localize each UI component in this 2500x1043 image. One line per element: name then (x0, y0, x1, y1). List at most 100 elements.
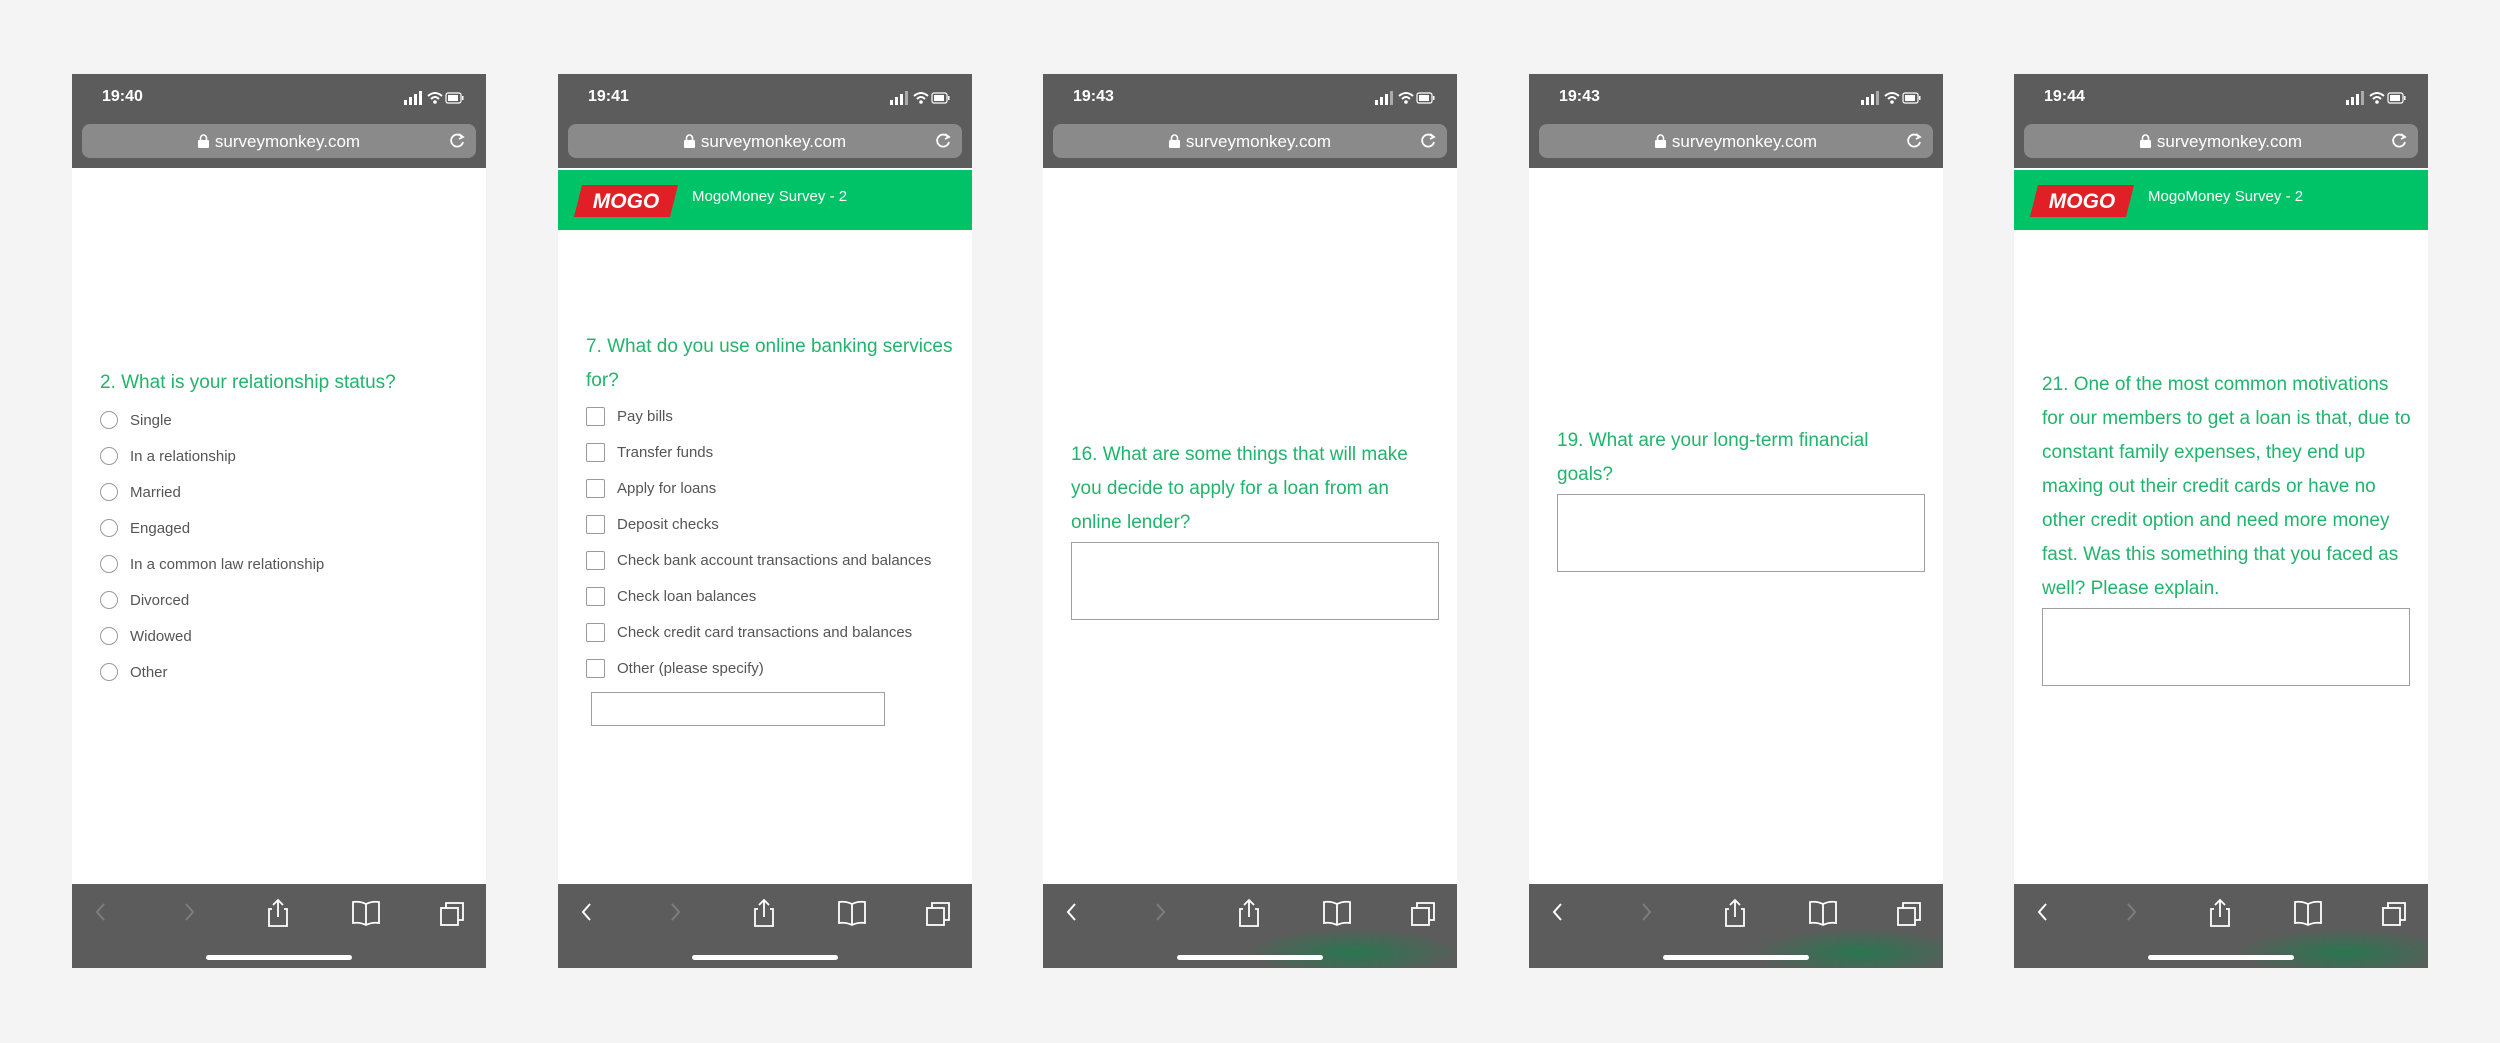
radio-option[interactable]: In a common law relationship (100, 546, 324, 582)
bookmarks-icon[interactable] (1807, 898, 1839, 928)
answer-textarea[interactable] (1557, 494, 1925, 572)
radio-option[interactable]: In a relationship (100, 438, 324, 474)
option-label: Check bank account transactions and bala… (617, 551, 932, 569)
question-text: 21. One of the most common motivations f… (2042, 374, 2411, 599)
bookmarks-icon[interactable] (1321, 898, 1353, 928)
address-bar[interactable]: surveymonkey.com (2024, 124, 2418, 158)
radio-button[interactable] (100, 663, 118, 681)
checkbox[interactable] (586, 442, 605, 462)
checkbox-option[interactable]: Pay bills (586, 398, 931, 434)
tabs-icon[interactable] (2380, 898, 2408, 928)
address-bar[interactable]: surveymonkey.com (568, 124, 962, 158)
status-time: 19:40 (102, 88, 143, 105)
question-text: 19. What are your long-term financial go… (1557, 430, 1869, 485)
option-label: Pay bills (617, 407, 673, 425)
checkbox[interactable] (586, 658, 605, 678)
bookmarks-icon[interactable] (2292, 898, 2324, 928)
back-icon[interactable] (1547, 898, 1569, 926)
radio-button[interactable] (100, 483, 118, 501)
svg-text:MOGO: MOGO (593, 190, 660, 213)
address-bar[interactable]: surveymonkey.com (1053, 124, 1447, 158)
lock-icon (2139, 134, 2151, 148)
reload-icon[interactable] (1419, 132, 1437, 150)
share-icon[interactable] (1235, 898, 1263, 928)
radio-button[interactable] (100, 555, 118, 573)
radio-option[interactable]: Engaged (100, 510, 324, 546)
option-label: Transfer funds (617, 443, 714, 461)
browser-toolbar (1529, 884, 1943, 968)
tabs-icon[interactable] (1895, 898, 1923, 928)
bookmarks-icon[interactable] (836, 898, 868, 928)
lock-icon (1168, 134, 1180, 148)
checkbox[interactable] (586, 586, 605, 606)
checkbox-option[interactable]: Deposit checks (586, 506, 931, 542)
reload-icon[interactable] (1905, 132, 1923, 150)
option-label: Other (130, 663, 168, 681)
checkbox-option[interactable]: Check bank account transactions and bala… (586, 542, 931, 578)
status-icons (1861, 91, 1921, 105)
checkbox-option[interactable]: Check loan balances (586, 578, 931, 614)
question-text: 2. What is your relationship status? (100, 372, 396, 393)
checkbox[interactable] (586, 550, 605, 570)
radio-option[interactable]: Other (100, 654, 324, 690)
answer-textarea[interactable] (1071, 542, 1439, 620)
survey-title: MogoMoney Survey - 2 (2148, 188, 2304, 205)
forward-icon[interactable] (664, 898, 686, 926)
checkbox-option[interactable]: Transfer funds (586, 434, 931, 470)
option-label: In a common law relationship (130, 555, 325, 573)
back-icon[interactable] (1061, 898, 1083, 926)
checkbox-option[interactable]: Check credit card transactions and balan… (586, 614, 931, 650)
back-icon[interactable] (90, 898, 112, 926)
back-icon[interactable] (2032, 898, 2054, 926)
other-specify-input[interactable] (591, 692, 885, 726)
radio-option[interactable]: Single (100, 402, 324, 438)
phone-screen-2: 19:41 surveymonkey.com MOGO MogoMoney Su… (558, 74, 972, 968)
checkbox[interactable] (586, 622, 605, 642)
radio-button[interactable] (100, 627, 118, 645)
checkbox[interactable] (586, 478, 605, 498)
checkbox-option[interactable]: Apply for loans (586, 470, 931, 506)
share-icon[interactable] (2206, 898, 2234, 928)
forward-icon[interactable] (178, 898, 200, 926)
checkbox[interactable] (586, 406, 605, 426)
status-icons (2346, 91, 2406, 105)
tabs-icon[interactable] (438, 898, 466, 928)
url-text: surveymonkey.com (1185, 132, 1332, 151)
tabs-icon[interactable] (924, 898, 952, 928)
reload-icon[interactable] (448, 132, 466, 150)
radio-option[interactable]: Widowed (100, 618, 324, 654)
url-text: surveymonkey.com (700, 132, 847, 151)
svg-text:MOGO: MOGO (2049, 190, 2116, 213)
forward-icon[interactable] (2120, 898, 2142, 926)
radio-option[interactable]: Married (100, 474, 324, 510)
forward-icon[interactable] (1149, 898, 1171, 926)
radio-button[interactable] (100, 447, 118, 465)
share-icon[interactable] (1721, 898, 1749, 928)
phone-screen-1: 19:40 surveymonkey.com 2. What is your r… (72, 74, 486, 968)
radio-button[interactable] (100, 411, 118, 429)
reload-icon[interactable] (934, 132, 952, 150)
home-indicator (1177, 955, 1323, 960)
option-label: Check credit card transactions and balan… (617, 623, 913, 641)
address-bar[interactable]: surveymonkey.com (1539, 124, 1933, 158)
radio-button[interactable] (100, 591, 118, 609)
checkbox[interactable] (586, 514, 605, 534)
share-icon[interactable] (750, 898, 778, 928)
mogo-logo: MOGO (574, 185, 678, 217)
share-icon[interactable] (264, 898, 292, 928)
checkbox-option[interactable]: Other (please specify) (586, 650, 931, 686)
status-time: 19:43 (1559, 88, 1600, 105)
forward-icon[interactable] (1635, 898, 1657, 926)
status-icons (890, 91, 950, 105)
tabs-icon[interactable] (1409, 898, 1437, 928)
address-bar[interactable]: surveymonkey.com (82, 124, 476, 158)
back-icon[interactable] (576, 898, 598, 926)
radio-option[interactable]: Divorced (100, 582, 324, 618)
reload-icon[interactable] (2390, 132, 2408, 150)
url-text: surveymonkey.com (2156, 132, 2303, 151)
bookmarks-icon[interactable] (350, 898, 382, 928)
browser-chrome-top: 19:40 surveymonkey.com (72, 74, 486, 168)
answer-textarea[interactable] (2042, 608, 2410, 686)
status-time: 19:43 (1073, 88, 1114, 105)
radio-button[interactable] (100, 519, 118, 537)
